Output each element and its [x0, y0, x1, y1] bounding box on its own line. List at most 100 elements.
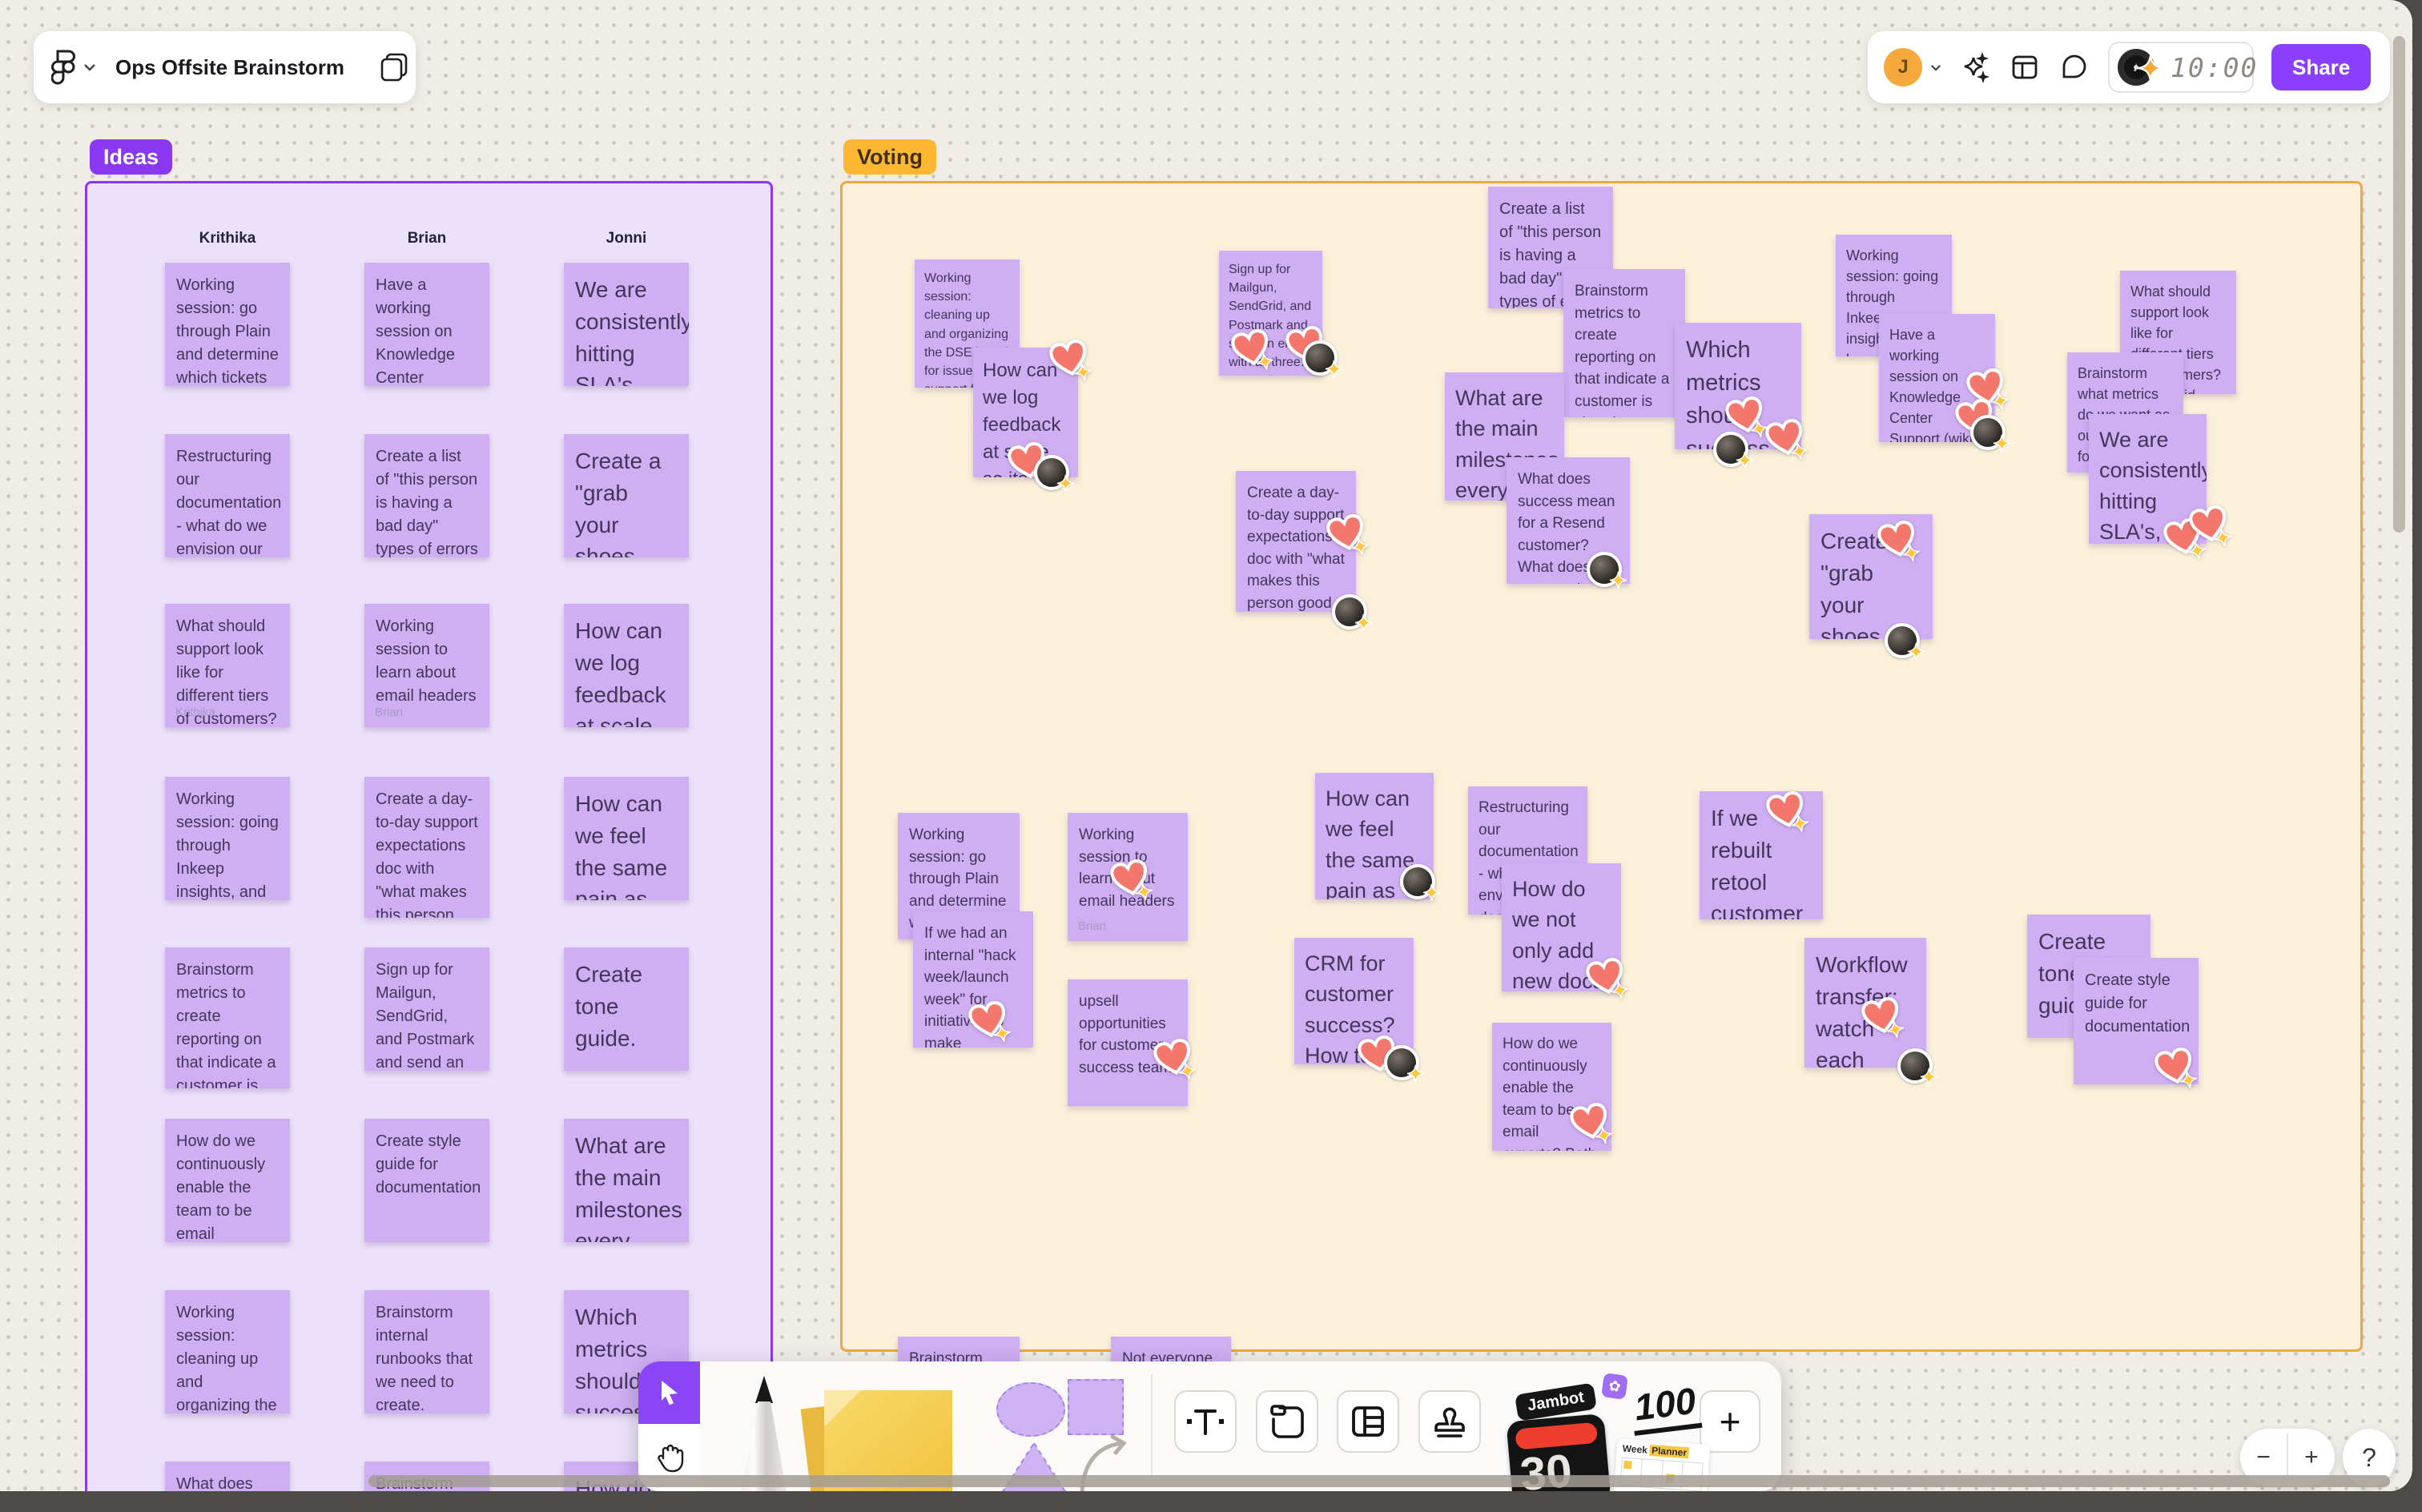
avatar[interactable]: J: [1884, 48, 1922, 86]
sticky-note[interactable]: What should support look like for differ…: [165, 604, 290, 727]
sticky-note[interactable]: How do we continuously enable the team t…: [1492, 1023, 1613, 1151]
sticky-note[interactable]: Brainstorm metrics to create reporting o…: [165, 947, 290, 1088]
sticky-note[interactable]: How can we log feedback at scale so its …: [564, 604, 689, 727]
ellipse-shape-tool[interactable]: [996, 1382, 1065, 1437]
heart-sticker[interactable]: [1765, 419, 1808, 460]
score-widget[interactable]: 100: [1628, 1378, 1703, 1436]
avatar-sticker[interactable]: [1384, 1045, 1425, 1083]
sticky-note[interactable]: How do we not only add new docs pages, b…: [1502, 863, 1629, 999]
share-button[interactable]: Share: [2271, 44, 2372, 90]
section-tool-button[interactable]: [1256, 1390, 1318, 1453]
sticky-note[interactable]: Have a working session on Knowledge Cent…: [1879, 314, 2011, 452]
avatar-sticker[interactable]: [1400, 864, 1441, 902]
sticky-note[interactable]: Restructuring our documentation - what d…: [165, 434, 290, 557]
text-tool-button[interactable]: [1174, 1390, 1237, 1453]
sticky-note[interactable]: Sign up for Mailgun, SendGrid, and Postm…: [1219, 251, 1343, 378]
sticky-note[interactable]: Which metrics should success care about …: [1675, 323, 1808, 469]
sticky-note[interactable]: Create a list of "this person is having …: [364, 434, 489, 557]
sticky-note[interactable]: What does success mean for a Resend cust…: [165, 1462, 290, 1491]
sticky-note[interactable]: Create a day-to-day support expectations…: [1236, 471, 1373, 632]
sticky-note[interactable]: Workflow transfer: watch each other use …: [1804, 938, 1938, 1086]
figma-logo-icon[interactable]: [51, 50, 75, 85]
stamp-tool-button[interactable]: [1418, 1390, 1481, 1453]
marker-tool[interactable]: [733, 1376, 795, 1491]
sticky-note[interactable]: Working session: go through Plain and de…: [165, 263, 290, 386]
horizontal-scrollbar[interactable]: [368, 1475, 2390, 1487]
sparkle-icon: [1993, 434, 2011, 452]
table-tool-button[interactable]: [1337, 1390, 1399, 1453]
star-sticker-icon: [2137, 54, 2164, 82]
sticky-note[interactable]: What does success mean for a Resend cust…: [1507, 457, 1630, 589]
sticky-note[interactable]: How can we log feedback at scale so its …: [973, 340, 1092, 493]
sticky-note[interactable]: Create style guide for documentation: [2074, 958, 2199, 1089]
chevron-down-icon[interactable]: [83, 63, 96, 71]
sticky-note[interactable]: CRM for customer success? How to track m…: [1294, 938, 1425, 1083]
heart-sticker[interactable]: [2189, 505, 2232, 547]
sticky-note[interactable]: upsell opportunities for customer succes…: [1068, 979, 1197, 1106]
heart-sticker[interactable]: [1231, 329, 1274, 371]
select-tool-button[interactable]: [638, 1361, 700, 1424]
sticky-note[interactable]: If we rebuilt retool customer view today…: [1700, 791, 1823, 919]
widget-stickers[interactable]: Jambot ✿ 30 100 Week Planner: [1506, 1371, 1711, 1491]
sparkle-icon: [1406, 1064, 1425, 1083]
music-timer-widget[interactable]: ♪ 10:00: [2108, 42, 2256, 93]
sticky-note[interactable]: Create tone guide.: [564, 947, 689, 1071]
heart-sticker[interactable]: [1326, 514, 1370, 556]
note-author: Brian: [375, 706, 404, 719]
avatar-sticker[interactable]: [1897, 1048, 1938, 1086]
avatar-sticker[interactable]: [1332, 594, 1373, 632]
vertical-scrollbar[interactable]: [2393, 36, 2405, 533]
voting-section-label[interactable]: Voting: [843, 139, 936, 175]
chat-icon[interactable]: [2058, 51, 2090, 83]
divider: [1151, 1374, 1153, 1478]
ideas-section-label[interactable]: Ideas: [90, 139, 173, 175]
heart-sticker[interactable]: [1861, 997, 1905, 1039]
sticky-note[interactable]: Working session: going through Inkeep in…: [165, 777, 290, 900]
file-header: Ops Offsite Brainstorm: [34, 31, 416, 103]
sticky-note[interactable]: Have a working session on Knowledge Cent…: [364, 263, 489, 386]
sticky-note[interactable]: We are consistently hitting SLA's, how c…: [2089, 414, 2232, 560]
flower-icon: ✿: [1601, 1373, 1628, 1400]
avatar-sticker[interactable]: [1713, 432, 1754, 469]
duplicate-icon[interactable]: [378, 51, 410, 83]
heart-sticker[interactable]: [2154, 1048, 2198, 1089]
heart-sticker[interactable]: [1049, 340, 1092, 381]
sticky-note[interactable]: We are consistently hitting SLA's, how c…: [564, 263, 689, 386]
sparkle-icon: [1256, 352, 1274, 371]
heart-sticker[interactable]: [1153, 1039, 1197, 1080]
sticky-note[interactable]: How can we feel the same pain as custome…: [1315, 773, 1441, 902]
sticky-note[interactable]: If we had an internal "hack week/launch …: [913, 911, 1033, 1048]
sticky-note[interactable]: Working session to learn about email hea…: [1068, 813, 1188, 941]
sticky-note[interactable]: Sign up for Mailgun, SendGrid, and Postm…: [364, 947, 489, 1071]
sticky-note[interactable]: Brainstorm metrics to create reporting o…: [1563, 269, 1685, 417]
sticky-note[interactable]: Create a "grab your shoes and run" model…: [1809, 514, 1933, 661]
toolbar: Jambot ✿ 30 100 Week Planner +: [638, 1361, 1781, 1491]
avatar-sticker[interactable]: [1034, 455, 1075, 493]
avatar-sticker[interactable]: [1587, 552, 1627, 589]
heart-sticker[interactable]: [1766, 791, 1809, 833]
chevron-down-icon[interactable]: [1930, 64, 1941, 71]
sticky-note[interactable]: Brainstorm internal runbooks that we nee…: [364, 1290, 489, 1413]
heart-sticker[interactable]: [1110, 859, 1153, 901]
sparkle-icon: [1351, 537, 1370, 556]
sticky-note[interactable]: What are the main milestones every Resen…: [564, 1119, 689, 1242]
templates-icon[interactable]: [2009, 51, 2041, 83]
avatar-sticker[interactable]: [1885, 623, 1925, 661]
square-shape-tool[interactable]: [1068, 1379, 1124, 1435]
sticky-note[interactable]: Working session: cleaning up and organiz…: [165, 1290, 290, 1413]
sticky-note[interactable]: Working session to learn about email hea…: [364, 604, 489, 727]
sticky-note[interactable]: Create a day-to-day support expectations…: [364, 777, 489, 918]
avatar-sticker[interactable]: [1302, 340, 1343, 378]
sticky-note[interactable]: How can we feel the same pain as custome…: [564, 777, 689, 900]
sticky-note[interactable]: How do we continuously enable the team t…: [165, 1119, 290, 1242]
heart-sticker[interactable]: [1877, 521, 1921, 562]
sticky-note[interactable]: Create style guide for documentation: [364, 1119, 489, 1242]
add-tool-button[interactable]: +: [1700, 1390, 1760, 1453]
sticky-note[interactable]: Create a "grab your shoes and run" model…: [564, 434, 689, 557]
heart-sticker[interactable]: [1570, 1103, 1613, 1144]
avatar-sticker[interactable]: [1970, 415, 2011, 452]
heart-sticker[interactable]: [1586, 958, 1629, 999]
heart-sticker[interactable]: [968, 1001, 1012, 1043]
file-title[interactable]: Ops Offsite Brainstorm: [115, 55, 344, 80]
ai-sparkle-icon[interactable]: [1959, 51, 1991, 83]
